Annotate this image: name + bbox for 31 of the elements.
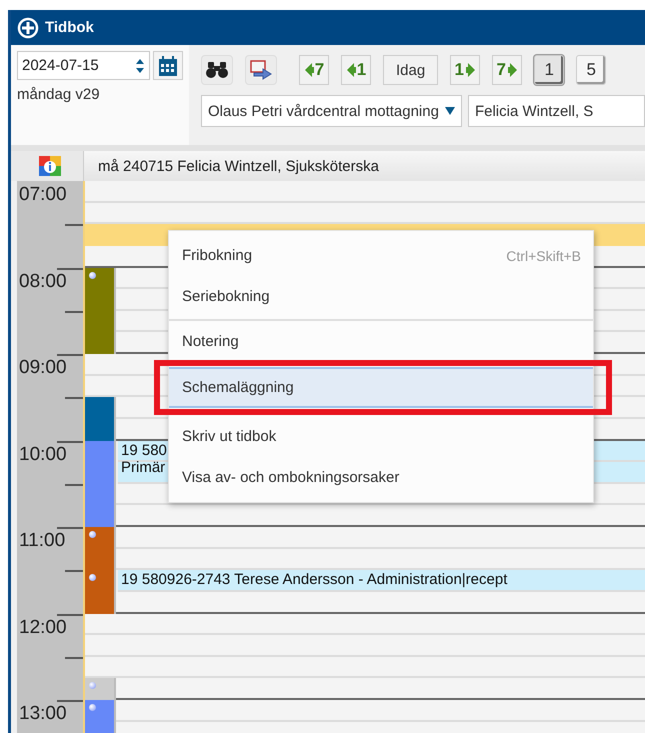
menu-item[interactable]: Visa av- och ombokningsorsaker xyxy=(169,457,593,498)
window-title: Tidbok xyxy=(45,19,94,36)
unit-dropdown[interactable]: Olaus Petri vårdcentral mottagning xyxy=(201,95,462,127)
time-label: 11:00 xyxy=(19,530,66,552)
booking-text: Primär xyxy=(121,458,166,476)
time-label: 07:00 xyxy=(19,184,67,206)
date-field[interactable]: 2024-07-15 xyxy=(17,51,150,80)
booking-bar[interactable]: 19 580926-2743 Terese Andersson - Administration|recept xyxy=(118,570,645,592)
booking-text: 19 580 xyxy=(121,442,167,458)
weekday-label: måndag v29 xyxy=(17,86,100,103)
time-label: 12:00 xyxy=(19,616,67,638)
staff-field[interactable]: Felicia Wintzell, S xyxy=(468,95,645,127)
next-button[interactable]: 7 xyxy=(492,55,522,85)
menu-item[interactable]: Seriebokning xyxy=(169,276,593,317)
time-label: 13:00 xyxy=(19,703,67,725)
view-button[interactable]: 5 xyxy=(576,55,606,85)
time-label: 08:00 xyxy=(19,270,67,292)
view-button[interactable]: 1 xyxy=(534,55,564,85)
day-header: må 240715 Felicia Wintzell, Sjuksköterska xyxy=(83,151,645,181)
booking-text: 19 580926-2743 Terese Andersson - Administration|recept xyxy=(121,571,508,588)
menu-item[interactable]: Schemaläggning xyxy=(169,367,593,408)
previous-button[interactable]: 7 xyxy=(299,55,329,85)
previous-button[interactable]: 1 xyxy=(341,55,371,85)
menu-item[interactable]: Skriv ut tidbok xyxy=(169,416,593,457)
shortcut-label: Ctrl+Skift+B xyxy=(506,248,581,264)
next-button[interactable]: 1 xyxy=(450,55,480,85)
today-button[interactable]: Idag xyxy=(383,55,438,85)
menu-item[interactable]: Notering xyxy=(169,323,593,359)
time-label: 10:00 xyxy=(19,444,67,466)
menu-item[interactable]: Fribokning Ctrl+Skift+B xyxy=(169,235,593,276)
time-label: 09:00 xyxy=(19,357,67,379)
